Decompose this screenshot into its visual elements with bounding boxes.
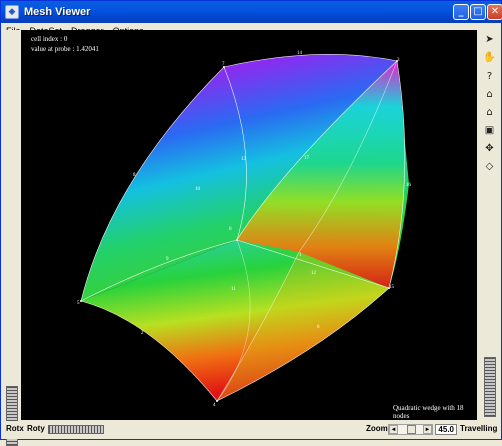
cell-index-readout: cell index : 0	[31, 35, 68, 43]
node-label: 14	[297, 51, 303, 56]
title-bar: ◆ Mesh Viewer _ □ ✕	[1, 1, 502, 23]
bottom-control-bar: Rotx Roty Zoom ◄ ► 45.0 Travelling	[1, 421, 501, 439]
node-label: 4	[213, 403, 216, 408]
node-label: 3	[397, 58, 400, 63]
zoom-left-arrow[interactable]: ◄	[389, 425, 398, 434]
mesh-viewer-window: ◆ Mesh Viewer _ □ ✕ File DataSet Dragger…	[0, 0, 502, 446]
node-label: 11	[231, 287, 236, 292]
node-label: 16	[406, 183, 412, 188]
zoom-label: Zoom	[366, 424, 388, 433]
node-label: 10	[195, 187, 201, 192]
node-label: 5	[77, 301, 80, 306]
app-icon: ◆	[5, 5, 19, 19]
left-wheel-panel	[1, 30, 21, 446]
window-title: Mesh Viewer	[24, 6, 91, 18]
3d-viewport[interactable]: 14 8 13 10 17 0 16 9 1 12 11 2 15 6 5 3 …	[21, 30, 477, 420]
set-home-icon[interactable]: ⌂	[482, 105, 497, 120]
roty-thumbwheel[interactable]	[48, 425, 104, 434]
viewer-toolbar: ➤ ✋ ? ⌂ ⌂ ▣ ✥ ◇	[479, 30, 501, 420]
probe-value-readout: value at probe : 1.42041	[31, 45, 99, 53]
node-label: 17	[304, 156, 310, 161]
home-icon[interactable]: ⌂	[482, 87, 497, 102]
seek-icon[interactable]: ✥	[482, 141, 497, 156]
zoom-right-arrow[interactable]: ►	[423, 425, 432, 434]
rotx-label: Rotx	[6, 424, 24, 433]
dolly-thumbwheel[interactable]	[484, 357, 496, 417]
zoom-value-field[interactable]: 45.0	[435, 424, 457, 435]
mesh-caption: Quadratic wedge with 18 nodes	[393, 404, 464, 420]
perspective-icon[interactable]: ◇	[482, 159, 497, 174]
close-button[interactable]: ✕	[487, 4, 502, 20]
node-label: 13	[241, 157, 247, 162]
node-label: 15	[389, 285, 395, 290]
node-label: 2	[141, 331, 144, 336]
help-icon[interactable]: ?	[482, 69, 497, 84]
view-all-icon[interactable]: ▣	[482, 123, 497, 138]
mesh-render: 14 8 13 10 17 0 16 9 1 12 11 2 15 6 5 3 …	[77, 51, 412, 408]
zoom-slider-thumb[interactable]	[407, 425, 416, 434]
roty-label: Roty	[27, 424, 45, 433]
hand-icon[interactable]: ✋	[482, 50, 497, 65]
pointer-icon[interactable]: ➤	[482, 32, 497, 47]
node-label: 12	[311, 271, 317, 276]
zoom-slider[interactable]: ◄ ►	[388, 424, 433, 435]
maximize-button[interactable]: □	[470, 4, 486, 20]
travelling-label: Travelling	[460, 424, 498, 433]
minimize-button[interactable]: _	[453, 4, 469, 20]
